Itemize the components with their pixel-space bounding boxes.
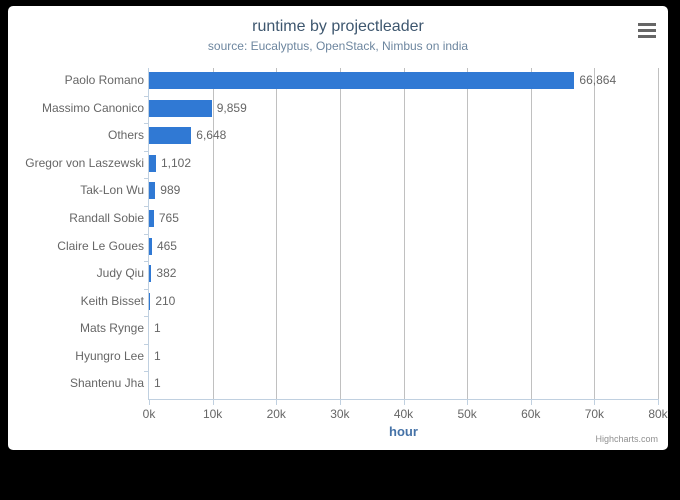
bar-value-label: 465 [156,238,177,253]
hamburger-bar [638,29,656,32]
x-axis-tick-label: 20k [266,407,286,421]
bar[interactable] [149,99,212,117]
bar-row: 989 [149,178,658,206]
y-axis-category-label: Shantenu Jha [69,376,144,391]
bar-row: 9,859 [149,96,658,124]
x-axis-tick [658,400,659,405]
y-axis-category-label: Randall Sobie [69,210,144,225]
y-axis-category-label: Tak-Lon Wu [80,183,144,198]
bar[interactable] [149,154,156,172]
bar-row: 382 [149,261,658,289]
bar-value-label: 1 [154,376,161,391]
x-axis-tick-label: 0k [142,407,156,421]
x-axis-tick-label: 70k [584,407,605,421]
x-axis-tick-label: 30k [330,407,350,421]
y-axis-category: Keith Bisset [8,289,144,317]
y-axis-category: Paolo Romano [8,68,144,96]
hamburger-menu-icon[interactable] [635,19,659,41]
x-axis-tick-label: 10k [202,407,223,421]
bar[interactable] [149,209,154,227]
chart-subtitle: source: Eucalyptus, OpenStack, Nimbus on… [207,39,469,53]
x-axis-title: hour [389,424,418,439]
bar[interactable] [149,127,192,145]
bar-value-label: 1 [154,348,161,363]
bar-value-label: 66,864 [579,73,617,87]
bar-row: 1,102 [149,151,658,179]
y-axis-category-label: Paolo Romano [64,73,144,87]
chart-container: runtime by projectleader source: Eucalyp… [8,6,668,450]
x-axis-tick [212,400,214,405]
bar-value-label: 382 [156,266,177,281]
y-axis-category: Mats Rynge [8,316,144,344]
y-axis-category-label: Gregor von Laszewski [25,155,144,170]
hamburger-bar [638,23,656,26]
bar[interactable] [149,237,152,255]
x-axis-tick-label: 50k [457,407,477,421]
y-axis-category-label: Others [107,128,144,143]
x-axis-tick [339,400,341,405]
x-axis-tick [403,400,405,405]
y-axis-category: Massimo Canonico [8,96,144,124]
bar-row: 210 [149,289,658,317]
y-axis-category-label: Claire Le Goues [57,238,144,253]
hamburger-bar [638,35,656,38]
y-axis-category-label: Massimo Canonico [41,100,144,115]
bar[interactable] [149,182,156,200]
bar-value-label: 1 [154,321,161,336]
bar[interactable] [149,72,575,89]
x-axis-tick-label: 80k [648,407,668,421]
bar[interactable] [149,265,152,283]
bar-row: 1 [149,371,658,399]
chart-title: runtime by projectleader [252,18,424,35]
bar-value-label: 9,859 [216,100,247,115]
bar-value-label: 210 [155,293,176,308]
bar-value-label: 6,648 [196,128,227,143]
bar-value-label: 1,102 [161,155,192,170]
x-axis-tick-label: 60k [521,407,541,421]
y-axis-category: Gregor von Laszewski [8,151,144,179]
x-axis-tick [149,400,150,405]
x-axis-tick [276,400,278,405]
y-axis-category: Judy Qiu [8,261,144,289]
bar-row: 1 [149,344,658,372]
x-axis-tick-label: 40k [393,407,414,421]
bar-row: 6,648 [149,123,658,151]
y-axis-category-label: Keith Bisset [80,293,144,308]
y-axis-category-label: Judy Qiu [96,266,144,281]
plot-area: 66,864 9,859 6,648 1,102 989 765 465 382 210 1 1 1 [149,68,658,399]
gridline [658,68,659,399]
bar-row: 66,864 [149,68,658,96]
bar-value-label: 989 [160,183,181,198]
credits-link[interactable]: Highcharts.com [595,434,658,444]
y-axis-category-label: Hyungro Lee [75,348,144,363]
y-axis-category: Shantenu Jha [8,371,144,399]
y-axis-category: Hyungro Lee [8,344,144,372]
bar[interactable] [149,292,151,310]
bar-row: 765 [149,206,658,234]
y-axis-category: Randall Sobie [8,206,144,234]
x-axis-tick [594,400,596,405]
y-axis-category: Others [8,123,144,151]
x-axis-tick [530,400,532,405]
y-axis-category: Claire Le Goues [8,234,144,262]
y-axis-category: Tak-Lon Wu [8,178,144,206]
y-axis-category-label: Mats Rynge [79,321,144,336]
bar-row: 465 [149,234,658,262]
x-axis-tick [467,400,469,405]
bar-value-label: 765 [158,210,179,225]
bar-row: 1 [149,316,658,344]
